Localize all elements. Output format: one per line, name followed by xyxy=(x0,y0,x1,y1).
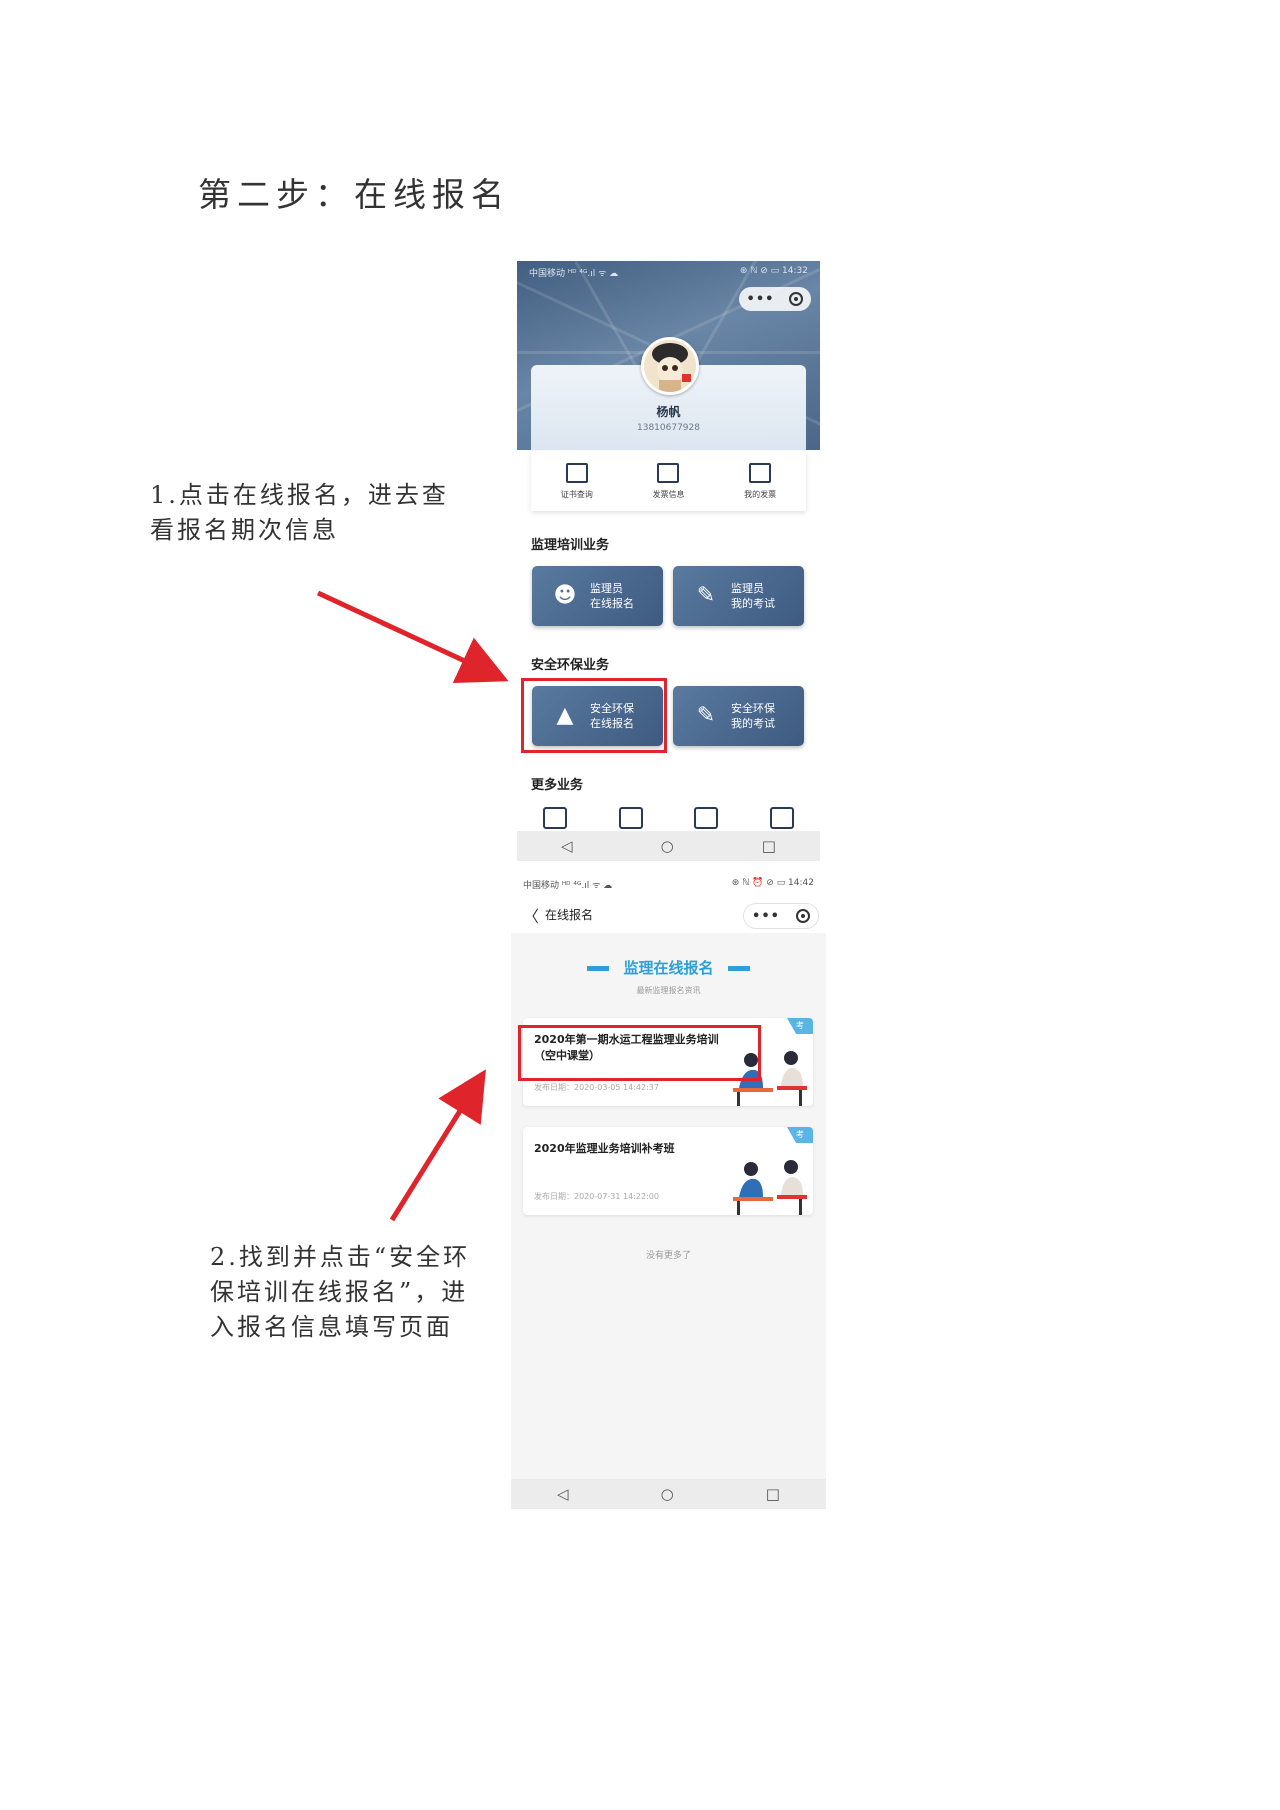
nav-recent-icon[interactable]: □ xyxy=(766,1485,780,1503)
arrow-to-course-1 xyxy=(389,1069,486,1222)
quick-actions: 证书查询 发票信息 我的发票 xyxy=(531,451,806,511)
supervisor-my-exam-button[interactable]: ✎ 监理员我的考试 xyxy=(673,566,804,626)
quick-action-invoice-info[interactable]: 发票信息 xyxy=(628,462,708,500)
people-icon[interactable] xyxy=(618,807,643,829)
section-title-safety: 安全环保业务 xyxy=(531,658,610,673)
tile-label-line1: 监理员 xyxy=(731,582,764,595)
my-invoice-icon xyxy=(749,462,772,483)
course-card[interactable]: 2020年监理业务培训补考班 发布日期：2020-07-31 14:22:00 … xyxy=(523,1127,813,1215)
quick-action-label: 我的发票 xyxy=(744,489,777,499)
supervisor-register-button[interactable]: ☻ 监理员在线报名 xyxy=(532,566,663,626)
nav-back-icon[interactable]: ◁ xyxy=(561,837,573,855)
course-date: 发布日期：2020-07-31 14:22:00 xyxy=(534,1192,659,1201)
user-name: 杨帆 xyxy=(656,405,681,419)
quick-action-my-invoice[interactable]: 我的发票 xyxy=(720,462,800,500)
instruction-note-2: 2.找到并点击“安全环保培训在线报名”，进入报名信息填写页面 xyxy=(210,1243,471,1341)
tile-label-line1: 安全环保 xyxy=(731,702,775,715)
worker-icon: ☻ xyxy=(553,583,577,608)
exam-icon: ✎ xyxy=(696,583,716,608)
close-target-icon[interactable] xyxy=(789,292,804,306)
android-nav-bar: ◁ ○ □ xyxy=(511,1479,826,1509)
status-bar-left: 中国移动 ᴴᴰ ⁴ᴳ.ıl ᯤ ☁ xyxy=(529,269,619,279)
exam-icon: ✎ xyxy=(696,703,716,728)
exam-tag: 考 xyxy=(787,1018,813,1034)
banner-subtitle: 最新监理报名资讯 xyxy=(636,986,701,995)
invoice-icon xyxy=(657,462,680,483)
quick-action-label: 证书查询 xyxy=(560,489,593,499)
back-chevron-icon[interactable]: 〈 xyxy=(523,903,539,927)
quick-action-certificate[interactable]: 证书查询 xyxy=(537,462,617,500)
nav-home-icon[interactable]: ○ xyxy=(661,837,674,855)
list-end-text: 没有更多了 xyxy=(645,1251,691,1261)
section-title-supervision: 监理培训业务 xyxy=(531,538,610,553)
highlight-course-1 xyxy=(518,1025,761,1081)
miniprogram-capsule[interactable]: ••• xyxy=(743,903,819,929)
tile-label-line1: 监理员 xyxy=(590,582,623,595)
tile-label-line2: 在线报名 xyxy=(590,597,634,610)
course-date: 发布日期：2020-03-05 14:42:37 xyxy=(534,1083,659,1092)
quick-action-label: 发票信息 xyxy=(652,489,685,499)
avatar[interactable] xyxy=(641,337,699,395)
registration-list-screenshot: 中国移动 ᴴᴰ ⁴ᴳ.ıl ᯤ ☁ ⊛ ℕ ⏰ ⊘ ▭ 14:42 〈 在线报名… xyxy=(511,873,826,1509)
status-bar-right: ⊛ ℕ ⊘ ▭ 14:32 xyxy=(739,266,808,276)
nav-recent-icon[interactable]: □ xyxy=(762,837,776,855)
more-icon[interactable]: ••• xyxy=(747,292,775,307)
step-title: 第二步：在线报名 xyxy=(198,175,510,214)
more-icon[interactable]: ••• xyxy=(752,909,780,924)
certificate-icon xyxy=(565,462,588,483)
miniprogram-capsule[interactable]: ••• xyxy=(739,287,811,311)
exam-tag: 考 xyxy=(787,1127,813,1143)
section-title-more: 更多业务 xyxy=(531,778,584,793)
highlight-safety-register xyxy=(521,678,667,753)
tile-label-line2: 我的考试 xyxy=(731,597,775,610)
safety-my-exam-button[interactable]: ✎ 安全环保我的考试 xyxy=(673,686,804,746)
students-illustration xyxy=(733,1160,807,1215)
status-bar-right: ⊛ ℕ ⏰ ⊘ ▭ 14:42 xyxy=(731,878,814,888)
user-phone: 13810677928 xyxy=(637,423,700,433)
page-title: 在线报名 xyxy=(545,908,594,922)
android-nav-bar: ◁ ○ □ xyxy=(517,831,820,861)
close-target-icon[interactable] xyxy=(795,909,810,923)
instruction-note-1: 1.点击在线报名，进去查看报名期次信息 xyxy=(150,481,449,544)
banner-title: 监理在线报名 xyxy=(623,959,714,977)
profile-screenshot: 中国移动 ᴴᴰ ⁴ᴳ.ıl ᯤ ☁ ⊛ ℕ ⊘ ▭ 14:32 ••• 杨帆 1… xyxy=(517,261,820,861)
calendar-icon[interactable] xyxy=(770,807,795,829)
more-services xyxy=(517,807,820,829)
scan-icon[interactable] xyxy=(694,807,719,829)
nav-home-icon[interactable]: ○ xyxy=(661,1485,674,1503)
status-bar-left: 中国移动 ᴴᴰ ⁴ᴳ.ıl ᯤ ☁ xyxy=(523,881,613,891)
classroom-icon[interactable] xyxy=(542,807,567,829)
nav-back-icon[interactable]: ◁ xyxy=(557,1485,569,1503)
course-title: 2020年监理业务培训补考班 xyxy=(534,1142,675,1155)
tile-label-line2: 我的考试 xyxy=(731,717,775,730)
arrow-to-safety-register xyxy=(316,590,509,683)
avatar-image xyxy=(644,340,696,392)
